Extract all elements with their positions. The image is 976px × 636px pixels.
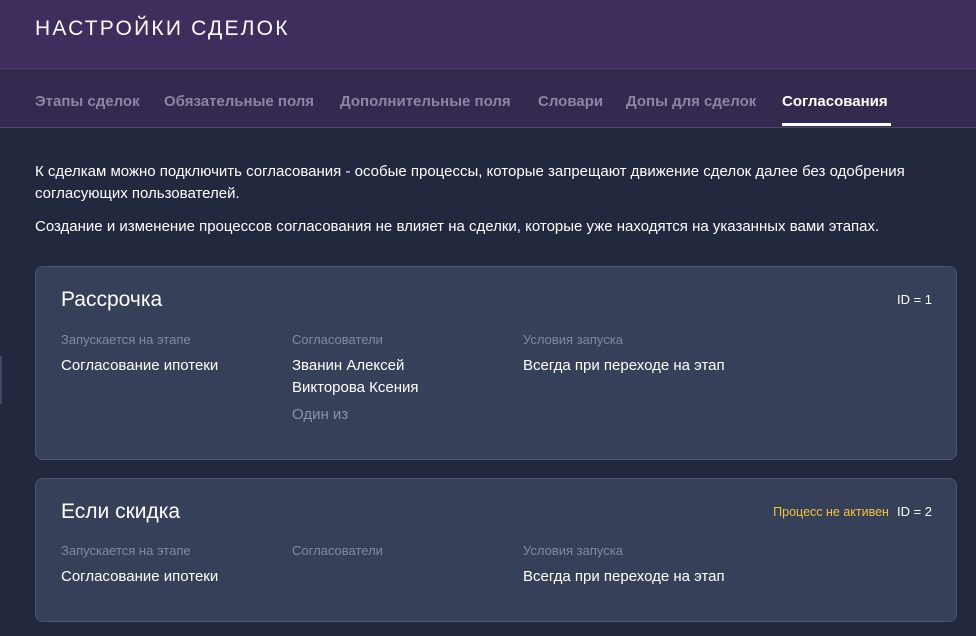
approver-mode: Один из [292,406,349,423]
stage-label: Запускается на этапе [61,332,191,347]
tab-deal-extras[interactable]: Допы для сделок [626,93,756,110]
process-id: ID = 1 [896,292,932,307]
status-badge: Процесс не активен [773,505,889,519]
approvers-label: Согласователи [292,543,383,558]
left-edge-divider [0,356,2,404]
process-title: Рассрочка [61,288,163,311]
approver-name: Викторова Ксения [292,379,419,396]
process-meta: Процесс не активен ID = 2 [773,504,932,519]
active-tab-indicator [782,123,891,126]
tab-approvals[interactable]: Согласования [782,93,888,110]
tab-required-fields[interactable]: Обязательные поля [164,93,314,110]
approver-name: Званин Алексей [292,357,405,374]
intro-paragraph-2: Создание и изменение процессов согласова… [35,218,880,235]
tab-dictionaries[interactable]: Словари [538,93,603,110]
stage-label: Запускается на этапе [61,543,191,558]
stage-value: Согласование ипотеки [61,568,219,585]
condition-value: Всегда при переходе на этап [523,357,725,374]
condition-value: Всегда при переходе на этап [523,568,725,585]
intro-paragraph-1: К сделкам можно подключить согласования … [35,163,905,202]
process-meta: ID = 1 [889,292,932,307]
page-header: НАСТРОЙКИ СДЕЛОК [0,0,976,69]
tab-bar: Этапы сделок Обязательные поля Дополните… [0,69,976,128]
process-card[interactable]: Если скидка Процесс не активен ID = 2 Зап… [35,478,957,622]
conditions-label: Условия запуска [523,332,623,347]
tab-deal-stages[interactable]: Этапы сделок [35,93,140,110]
page-title: НАСТРОЙКИ СДЕЛОК [35,17,290,40]
tab-additional-fields[interactable]: Дополнительные поля [340,93,511,110]
process-card[interactable]: Рассрочка ID = 1 Запускается на этапе Со… [35,266,957,460]
process-title: Если скидка [61,500,181,523]
stage-value: Согласование ипотеки [61,357,219,374]
process-id: ID = 2 [896,504,932,519]
conditions-label: Условия запуска [523,543,623,558]
approvers-label: Согласователи [292,332,383,347]
